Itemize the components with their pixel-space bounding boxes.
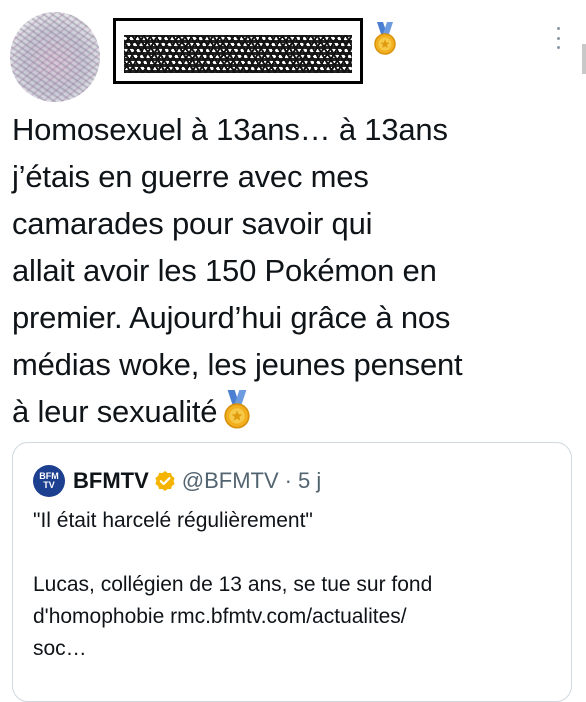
- tweet-line: Homosexuel à 13ans… à 13ans: [12, 112, 448, 147]
- quoted-tweet-time[interactable]: 5 j: [298, 468, 321, 494]
- quoted-tweet-header: BFM TV BFMTV @BFMTV · 5 j: [33, 465, 321, 497]
- quoted-body-line: soc…: [33, 637, 87, 660]
- tweet-line: j’étais en guerre avec mes: [12, 159, 369, 194]
- quoted-headline: "Il était harcelé régulièrement": [33, 509, 313, 532]
- tweet-text: Homosexuel à 13ans… à 13ans j’étais en g…: [12, 106, 572, 435]
- tweet-line: médias woke, les jeunes pensent: [12, 347, 463, 382]
- tweet-line: camarades pour savoir qui: [12, 206, 373, 241]
- quoted-author-handle[interactable]: @BFMTV: [182, 468, 279, 494]
- redacted-author-name: [113, 18, 363, 84]
- separator-dot: ·: [284, 468, 292, 493]
- quoted-body-line: Lucas, collégien de 13 ans, se tue sur f…: [33, 573, 433, 596]
- redaction-scribble: [124, 35, 352, 73]
- tweet-line: allait avoir les 150 Pokémon en: [12, 253, 437, 288]
- bfmtv-logo-avatar[interactable]: BFM TV: [33, 465, 65, 497]
- more-options-button[interactable]: [551, 27, 565, 49]
- tweet-line: à leur sexualité: [12, 394, 218, 429]
- tweet-line: premier. Aujourd’hui grâce à nos: [12, 300, 451, 335]
- author-avatar[interactable]: [10, 12, 100, 102]
- medal-icon: [374, 22, 396, 55]
- more-dot: [556, 46, 560, 49]
- more-dot: [556, 27, 560, 30]
- medal-icon: [224, 390, 250, 429]
- quoted-author-name[interactable]: BFMTV: [73, 468, 149, 494]
- quoted-tweet-body: "Il était harcelé régulièrement" Lucas, …: [33, 505, 553, 665]
- more-dot: [556, 36, 560, 40]
- scrollbar[interactable]: [582, 44, 586, 74]
- verified-badge-icon: [155, 471, 175, 491]
- tweet-last-line: à leur sexualité: [12, 388, 572, 435]
- quoted-tweet-card[interactable]: BFM TV BFMTV @BFMTV · 5 j "Il était harce…: [12, 442, 572, 702]
- quoted-body-line: d'homophobie rmc.bfmtv.com/actualites/: [33, 605, 407, 628]
